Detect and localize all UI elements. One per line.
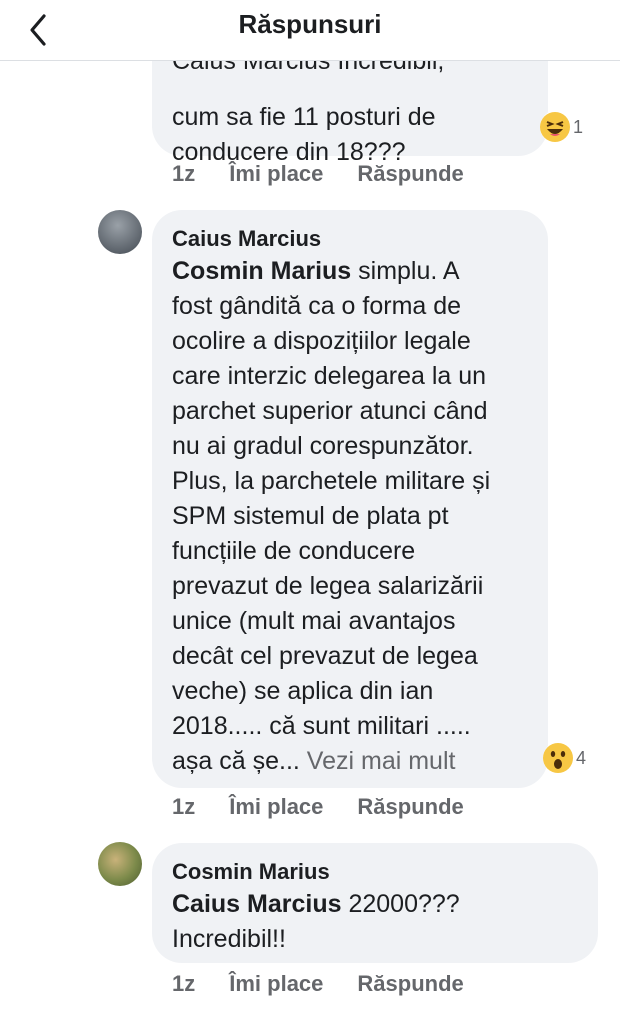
reply-button[interactable]: Răspunde — [357, 971, 463, 997]
comment-actions: 1z Îmi place Răspunde — [172, 794, 498, 820]
comment-time: 1z — [172, 794, 196, 819]
reaction-count-text: 1 — [573, 116, 584, 137]
laughing-emoji-icon — [540, 112, 570, 142]
like-button[interactable]: Îmi place — [229, 971, 323, 997]
comment-author[interactable]: Caius Marcius — [172, 224, 528, 254]
wow-emoji-icon — [543, 743, 573, 773]
comment-bubble: Cosmin Marius Caius Marcius 22000??? Inc… — [152, 843, 598, 963]
comment-body: simplu. A fost gândită ca o forma de oco… — [172, 257, 491, 775]
reply-button[interactable]: Răspunde — [357, 794, 463, 820]
mention-link[interactable]: Cosmin Marius — [172, 257, 351, 285]
comment-actions: 1z Îmi place Răspunde — [172, 161, 498, 187]
top-bar: Răspunsuri — [0, 0, 620, 61]
comment-text: Caius Marcius 22000??? Incredibil!! — [172, 887, 578, 957]
avatar[interactable] — [98, 842, 142, 886]
comment-bubble: Caius Marcius Cosmin Marius simplu. A fo… — [152, 210, 548, 788]
like-button[interactable]: Îmi place — [229, 161, 323, 187]
comment-text: Cosmin Marius simplu. A fost gândită ca … — [172, 254, 528, 779]
reaction-count[interactable]: 1 — [540, 110, 590, 144]
avatar[interactable] — [98, 210, 142, 254]
comment-time: 1z — [172, 971, 196, 996]
mention-link[interactable]: Caius Marcius — [172, 890, 342, 918]
like-button[interactable]: Îmi place — [229, 794, 323, 820]
comment-time: 1z — [172, 161, 196, 186]
reaction-count[interactable]: 4 — [543, 741, 593, 775]
see-more-link[interactable]: Vezi mai mult — [307, 747, 456, 775]
comment-author[interactable]: Cosmin Marius — [172, 857, 578, 887]
comment-actions: 1z Îmi place Răspunde — [172, 971, 498, 997]
comment-text: cum sa fie 11 posturi de conducere din 1… — [172, 103, 436, 166]
reaction-count-text: 4 — [576, 747, 587, 768]
reply-button[interactable]: Răspunde — [357, 161, 463, 187]
page-title: Răspunsuri — [238, 9, 382, 39]
